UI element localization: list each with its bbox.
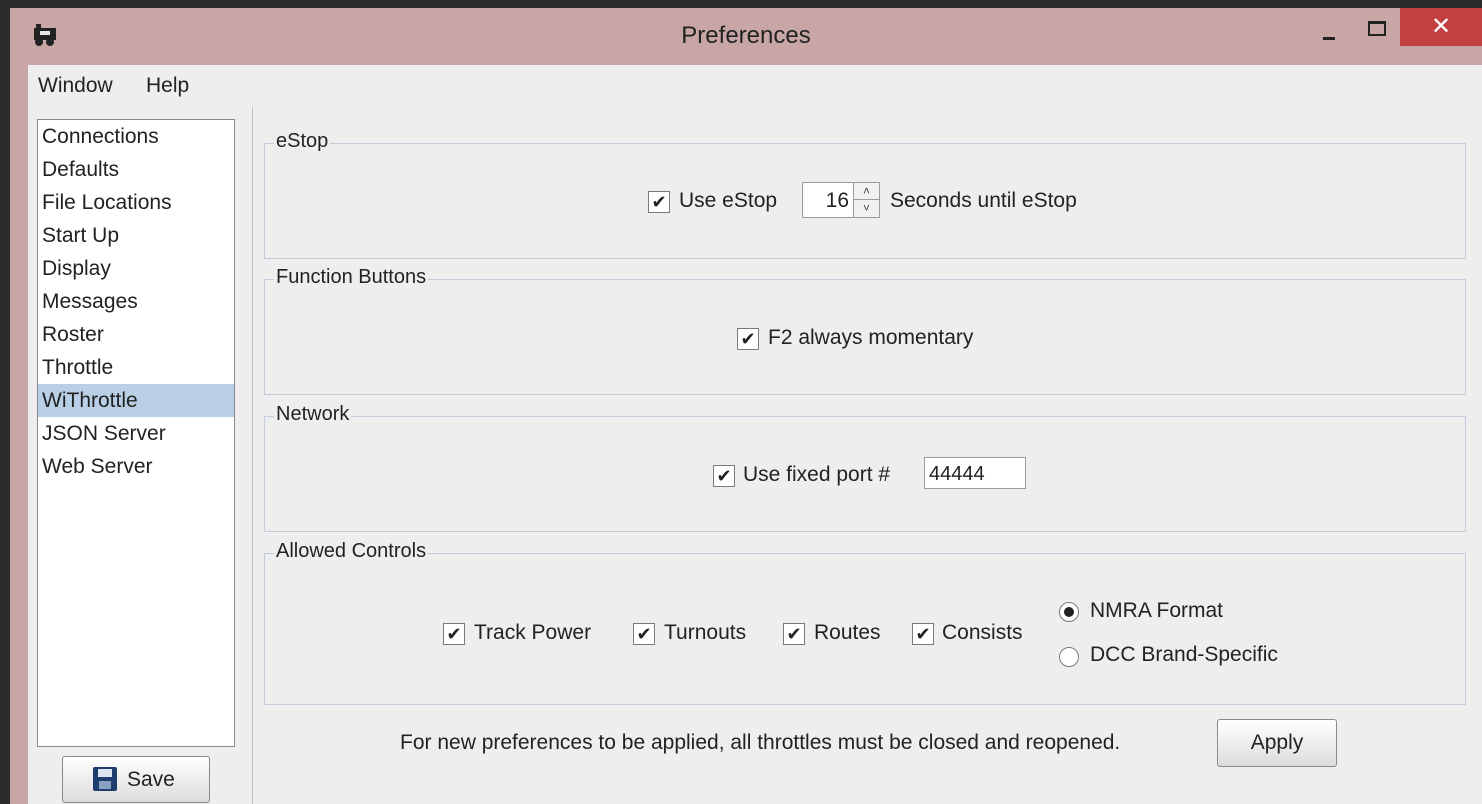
title-bar[interactable]: Preferences ✕ [10,8,1482,65]
sidebar-item-throttle[interactable]: Throttle [38,351,234,384]
sidebar: Connections Defaults File Locations Star… [28,107,253,804]
minimize-icon[interactable] [1312,10,1346,46]
allowed-controls-group-title: Allowed Controls [274,540,429,563]
nmra-format-label: NMRA Format [1090,599,1224,622]
menu-window[interactable]: Window [38,74,113,98]
apply-button[interactable]: Apply [1217,719,1337,767]
seconds-until-estop-label: Seconds until eStop [890,189,1077,212]
spinner-up-icon[interactable]: ˄ [854,183,879,200]
spinner-buttons: ˄ ˅ [853,183,879,217]
dcc-brand-specific-label: DCC Brand-Specific [1090,643,1278,666]
sidebar-item-display[interactable]: Display [38,252,234,285]
sidebar-item-web-server[interactable]: Web Server [38,450,234,483]
sidebar-item-connections[interactable]: Connections [38,120,234,153]
fixed-port-checkbox[interactable]: ✔ [713,465,735,487]
network-group: Network ✔ Use fixed port # 44444 [264,403,1466,532]
estop-seconds-value: 16 [825,189,849,212]
save-button[interactable]: Save [62,756,210,803]
routes-label: Routes [814,621,881,644]
close-icon[interactable]: ✕ [1400,8,1482,46]
preferences-category-list[interactable]: Connections Defaults File Locations Star… [37,119,235,747]
port-number-field[interactable]: 44444 [924,457,1026,489]
routes-checkbox[interactable]: ✔ [783,623,805,645]
menu-help[interactable]: Help [146,74,189,98]
sidebar-item-defaults[interactable]: Defaults [38,153,234,186]
function-buttons-group-title: Function Buttons [274,266,429,289]
floppy-disk-icon [93,767,117,791]
f2-momentary-checkbox[interactable]: ✔ [737,328,759,350]
function-buttons-group: Function Buttons ✔ F2 always momentary [264,266,1466,395]
track-power-checkbox[interactable]: ✔ [443,623,465,645]
window-title: Preferences [681,22,811,49]
network-group-title: Network [274,403,352,426]
track-power-label: Track Power [474,621,592,644]
dcc-brand-specific-radio[interactable] [1059,647,1079,667]
estop-group-title: eStop [274,130,331,153]
use-estop-label: Use eStop [679,189,778,212]
sidebar-item-start-up[interactable]: Start Up [38,219,234,252]
fixed-port-label: Use fixed port # [743,463,891,486]
sidebar-item-roster[interactable]: Roster [38,318,234,351]
sidebar-item-file-locations[interactable]: File Locations [38,186,234,219]
estop-seconds-spinner[interactable]: 16 ˄ ˅ [802,182,880,218]
reopen-throttles-note: For new preferences to be applied, all t… [400,731,1121,754]
consists-label: Consists [942,621,1023,644]
consists-checkbox[interactable]: ✔ [912,623,934,645]
estop-group: eStop ✔ Use eStop 16 ˄ ˅ Seconds until e… [264,130,1466,259]
menu-bar: Window Help [28,65,1482,107]
maximize-icon[interactable] [1360,10,1394,46]
sidebar-item-json-server[interactable]: JSON Server [38,417,234,450]
sidebar-item-messages[interactable]: Messages [38,285,234,318]
spinner-down-icon[interactable]: ˅ [854,200,879,216]
turnouts-checkbox[interactable]: ✔ [633,623,655,645]
nmra-format-radio[interactable] [1059,602,1079,622]
sidebar-item-withrottle[interactable]: WiThrottle [38,384,234,417]
use-estop-checkbox[interactable]: ✔ [648,191,670,213]
turnouts-label: Turnouts [664,621,747,644]
allowed-controls-group: Allowed Controls ✔ Track Power ✔ Turnout… [264,540,1466,705]
f2-momentary-label: F2 always momentary [768,326,974,349]
preferences-content: Connections Defaults File Locations Star… [28,107,1482,804]
preferences-window: Preferences ✕ Window Help Connections De… [10,8,1482,804]
save-label: Save [127,768,175,791]
